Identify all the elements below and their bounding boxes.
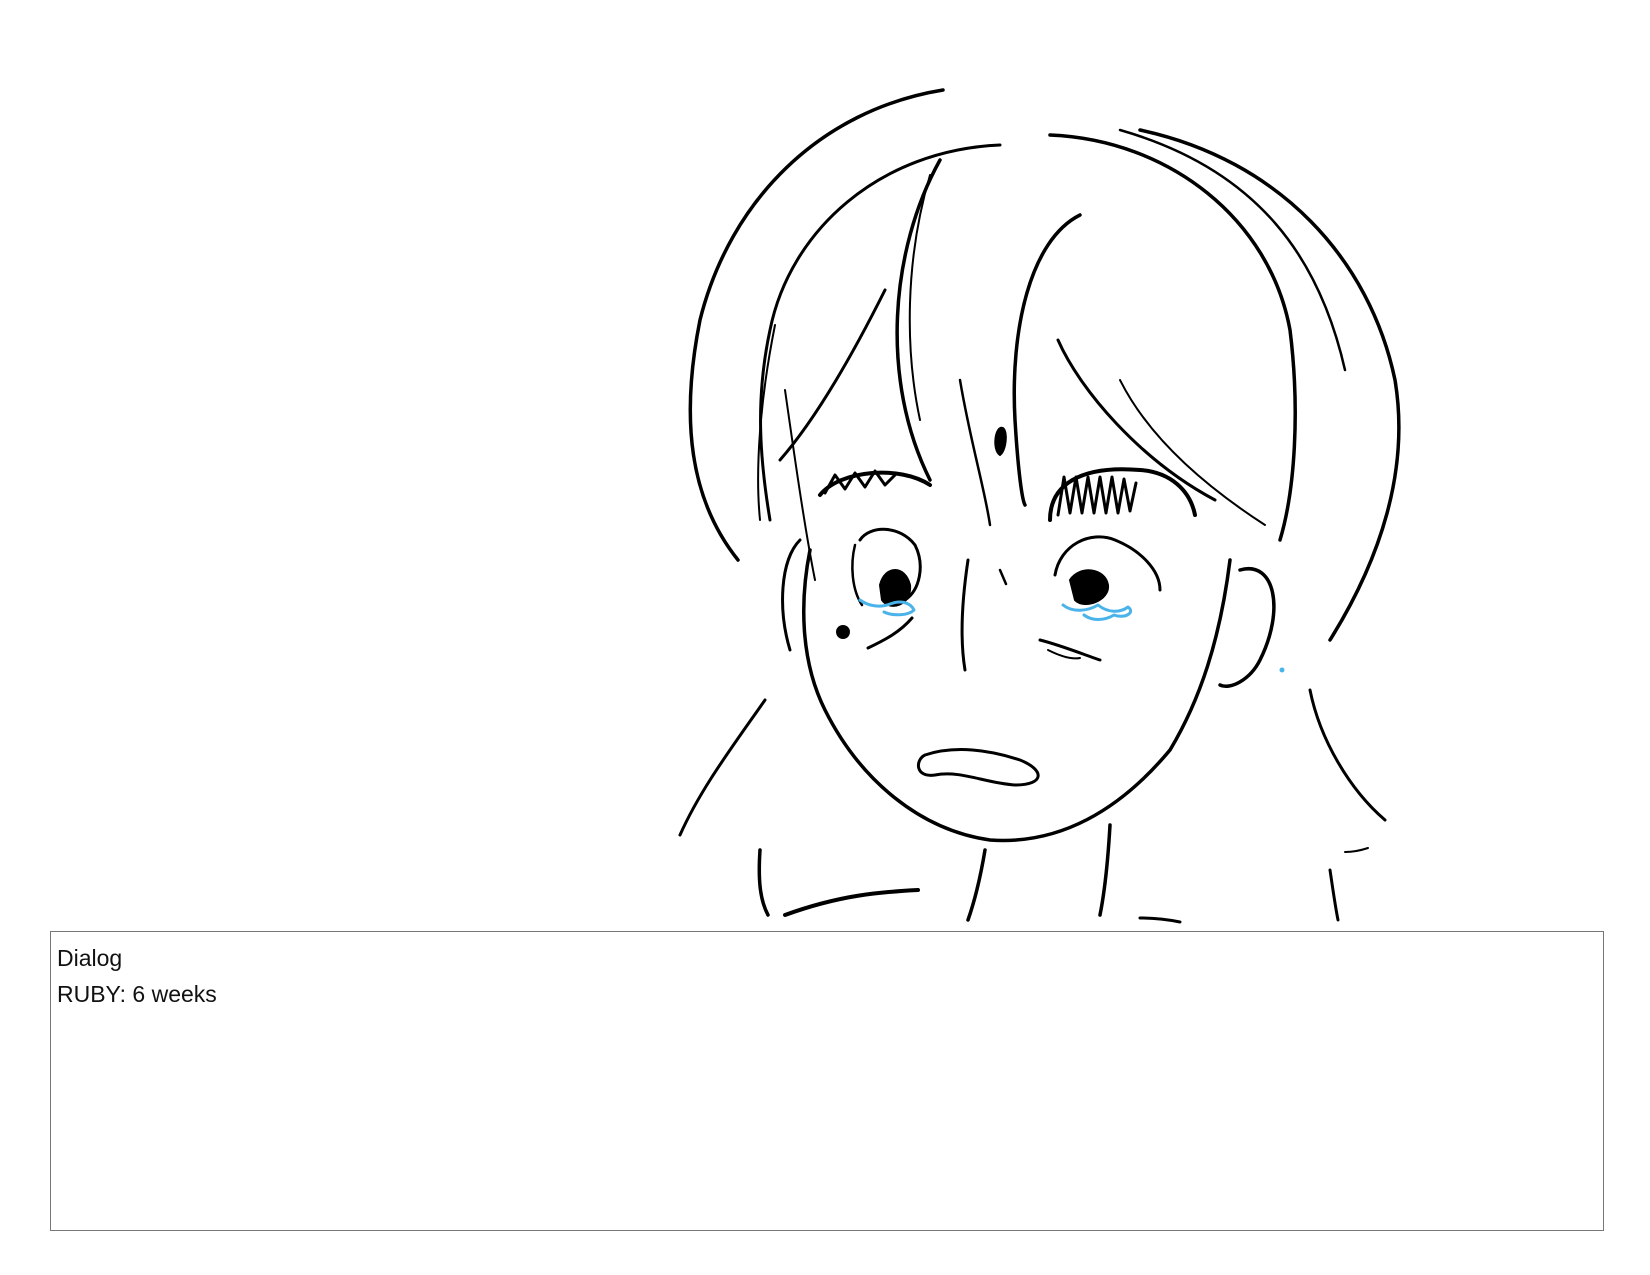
dialog-line: RUBY: 6 weeks (57, 981, 217, 1007)
dialog-label: Dialog (57, 945, 123, 971)
dialog-box: Dialog RUBY: 6 weeks (50, 931, 1604, 1231)
storyboard-panel (0, 0, 1650, 930)
character-sketch (678, 88, 1401, 924)
